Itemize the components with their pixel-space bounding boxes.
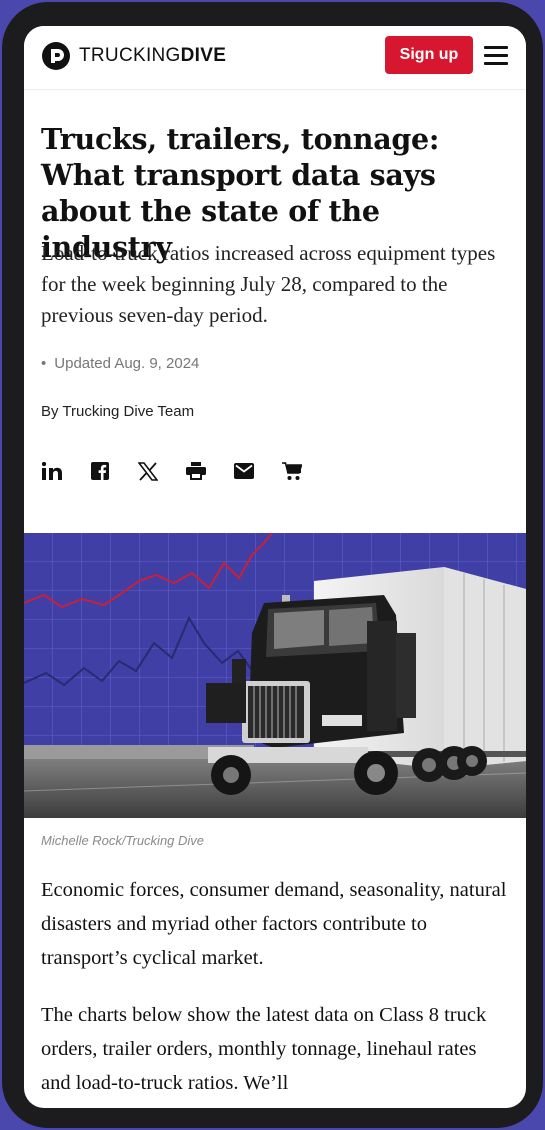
print-icon[interactable] <box>185 460 207 482</box>
image-caption: Michelle Rock/Trucking Dive <box>41 833 205 848</box>
facebook-icon[interactable] <box>89 460 111 482</box>
email-icon[interactable] <box>233 460 255 482</box>
screen: TRUCKINGDIVE Sign up Trucks, trailers, t… <box>24 26 526 1108</box>
site-logo[interactable]: TRUCKINGDIVE <box>41 41 226 71</box>
site-header: TRUCKINGDIVE Sign up <box>24 26 526 90</box>
linkedin-icon[interactable] <box>41 460 63 482</box>
truck-illustration <box>24 533 526 818</box>
logo-text-dive: DIVE <box>180 45 227 66</box>
hero-image <box>24 533 526 818</box>
byline[interactable]: By Trucking Dive Team <box>41 403 194 420</box>
device-frame: TRUCKINGDIVE Sign up Trucks, trailers, t… <box>2 2 543 1128</box>
cart-icon[interactable] <box>281 460 303 482</box>
paragraph-2: The charts below show the latest data on… <box>41 1004 487 1094</box>
paragraph-1: Economic forces, consumer demand, season… <box>41 879 507 969</box>
trucking-dive-logo-icon <box>42 42 70 70</box>
bullet-icon: • <box>41 355 47 372</box>
sign-up-button[interactable]: Sign up <box>385 36 473 74</box>
updated-date: • Updated Aug. 9, 2024 <box>41 355 199 372</box>
logo-text-trucking: TRUCKING <box>79 45 181 66</box>
hamburger-menu-icon[interactable] <box>484 46 508 66</box>
share-toolbar <box>41 460 329 482</box>
updated-date-text: Updated Aug. 9, 2024 <box>54 355 200 372</box>
x-icon[interactable] <box>137 460 159 482</box>
article-dek: Load-to-truck ratios increased across eq… <box>41 241 496 327</box>
logo-wordmark: TRUCKINGDIVE <box>79 45 226 67</box>
